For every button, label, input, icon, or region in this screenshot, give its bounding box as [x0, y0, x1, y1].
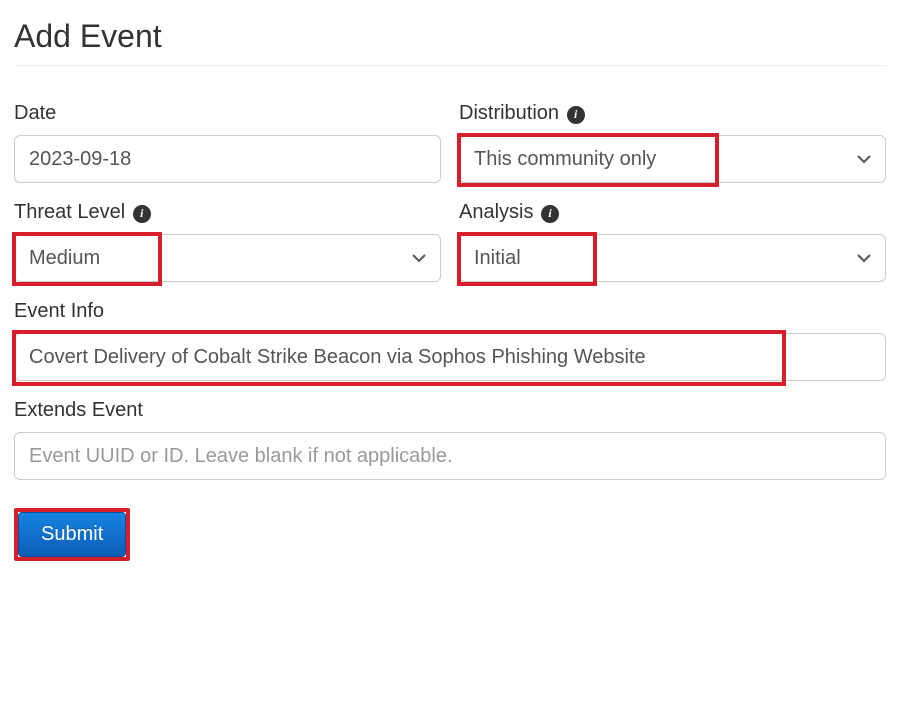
label-threat-level: Threat Level i: [14, 201, 441, 224]
row-event-info: Event Info: [14, 300, 886, 381]
info-icon[interactable]: i: [567, 106, 585, 124]
group-distribution: Distribution i This community only: [459, 102, 886, 183]
label-threat-level-text: Threat Level: [14, 201, 125, 223]
label-analysis-text: Analysis: [459, 201, 533, 223]
submit-button[interactable]: Submit: [18, 512, 126, 557]
highlight-submit: Submit: [14, 508, 130, 561]
row-extends-event: Extends Event: [14, 399, 886, 480]
group-extends-event: Extends Event: [14, 399, 886, 480]
analysis-select-wrap: Initial: [459, 234, 886, 282]
event-info-wrap: [14, 333, 886, 381]
label-distribution-text: Distribution: [459, 102, 559, 124]
info-icon[interactable]: i: [133, 205, 151, 223]
page-title: Add Event: [14, 18, 886, 55]
threat-level-select[interactable]: Medium: [14, 234, 441, 282]
group-threat-level: Threat Level i Medium: [14, 201, 441, 282]
distribution-select-wrap: This community only: [459, 135, 886, 183]
extends-event-input[interactable]: [14, 432, 886, 480]
row-threat-analysis: Threat Level i Medium Analysis i Initial: [14, 201, 886, 282]
threat-level-select-wrap: Medium: [14, 234, 441, 282]
label-date: Date: [14, 102, 441, 125]
info-icon[interactable]: i: [541, 205, 559, 223]
label-analysis: Analysis i: [459, 201, 886, 224]
group-date: Date: [14, 102, 441, 183]
group-event-info: Event Info: [14, 300, 886, 381]
label-distribution: Distribution i: [459, 102, 886, 125]
row-date-distribution: Date Distribution i This community only: [14, 102, 886, 183]
analysis-select[interactable]: Initial: [459, 234, 886, 282]
date-input[interactable]: [14, 135, 441, 183]
label-extends-event: Extends Event: [14, 399, 886, 422]
title-divider: [14, 65, 886, 66]
group-analysis: Analysis i Initial: [459, 201, 886, 282]
event-info-input[interactable]: [14, 333, 886, 381]
label-event-info: Event Info: [14, 300, 886, 323]
distribution-select[interactable]: This community only: [459, 135, 886, 183]
